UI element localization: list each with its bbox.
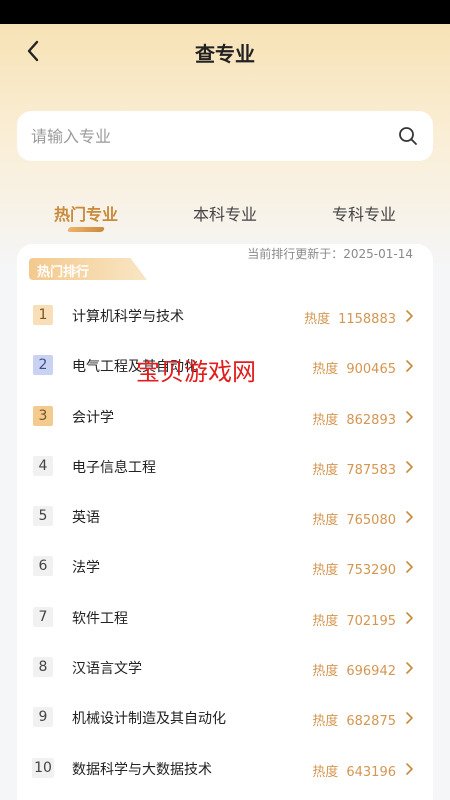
- rank-number: 10: [32, 757, 54, 778]
- chevron-right-icon: [406, 561, 413, 574]
- rank-number: 2: [33, 355, 53, 376]
- chevron-right-icon: [406, 611, 413, 624]
- heat-number: 682875: [346, 714, 396, 730]
- ranking-tag: 热门排行: [29, 258, 147, 280]
- major-name: 电气工程及其自动化: [72, 359, 198, 376]
- major-name: 电子信息工程: [72, 459, 156, 476]
- heat-label: 热度: [312, 462, 339, 478]
- heat-label: 热度: [312, 764, 339, 780]
- heat-number: 787583: [346, 462, 396, 478]
- list-item[interactable]: 8 汉语言文学 热度 696942: [17, 644, 433, 694]
- heat-value: 热度 702195: [312, 610, 396, 629]
- rank-number: 9: [33, 707, 53, 728]
- list-item[interactable]: 4 电子信息工程 热度 787583: [17, 443, 433, 493]
- list-item[interactable]: 7 软件工程 热度 702195: [17, 594, 433, 644]
- heat-value: 热度 862893: [312, 409, 396, 428]
- chevron-right-icon: [406, 410, 413, 423]
- ranking-list: 1 计算机科学与技术 热度 1158883 2 电气工程及其自动化 热度 900465 3 会计学…: [17, 292, 433, 795]
- tab-active-indicator: [67, 227, 105, 232]
- heat-number: 643196: [346, 764, 396, 780]
- search-bar[interactable]: [17, 111, 433, 161]
- list-item[interactable]: 3 会计学 热度 862893: [17, 393, 433, 443]
- heat-label: 热度: [312, 412, 339, 428]
- major-name: 机械设计制造及其自动化: [72, 711, 226, 728]
- heat-label: 热度: [312, 513, 339, 529]
- heat-label: 热度: [312, 563, 339, 579]
- tab-junior-college-majors[interactable]: 专科专业: [289, 196, 439, 225]
- major-name: 数据科学与大数据技术: [72, 761, 212, 778]
- chevron-right-icon: [406, 762, 413, 775]
- heat-number: 900465: [346, 362, 396, 378]
- rank-number: 7: [33, 606, 53, 627]
- tab-label: 热门专业: [53, 205, 118, 224]
- major-name: 英语: [72, 510, 100, 527]
- list-item[interactable]: 6 法学 热度 753290: [17, 543, 433, 593]
- list-item[interactable]: 10 数据科学与大数据技术 热度 643196: [17, 745, 433, 795]
- heat-number: 1158883: [338, 312, 396, 327]
- tab-undergraduate-majors[interactable]: 本科专业: [150, 196, 300, 225]
- chevron-right-icon: [406, 511, 413, 523]
- major-name: 计算机科学与技术: [72, 309, 184, 325]
- status-bar: [0, 0, 450, 24]
- tab-bar: 热门专业 本科专业 专科专业: [0, 196, 450, 236]
- tab-hot-majors[interactable]: 热门专业: [11, 196, 161, 232]
- heat-label: 热度: [312, 714, 339, 730]
- heat-value: 热度 753290: [312, 559, 396, 578]
- heat-value: 热度 696942: [312, 660, 396, 679]
- heat-value: 热度 682875: [312, 710, 396, 729]
- major-name: 会计学: [72, 409, 114, 426]
- heat-number: 862893: [346, 412, 396, 428]
- heat-value: 热度 643196: [312, 761, 396, 780]
- heat-number: 753290: [346, 563, 396, 579]
- chevron-right-icon: [406, 360, 413, 373]
- search-input[interactable]: [31, 126, 397, 146]
- major-name: 软件工程: [72, 610, 128, 627]
- heat-label: 热度: [312, 362, 339, 378]
- heat-label: 热度: [304, 312, 331, 327]
- rank-number: 3: [33, 405, 53, 426]
- heat-number: 702195: [346, 613, 396, 629]
- list-item[interactable]: 5 英语 热度 765080: [17, 493, 433, 543]
- chevron-right-icon: [406, 662, 413, 674]
- heat-number: 765080: [346, 513, 396, 529]
- heat-label: 热度: [312, 664, 339, 680]
- rank-number: 4: [33, 455, 53, 476]
- chevron-right-icon: [406, 712, 413, 725]
- rank-number: 5: [33, 506, 53, 527]
- list-item[interactable]: 2 电气工程及其自动化 热度 900465: [17, 342, 433, 392]
- list-item[interactable]: 1 计算机科学与技术 热度 1158883: [17, 292, 433, 342]
- heat-number: 696942: [346, 664, 396, 680]
- heat-label: 热度: [312, 613, 339, 629]
- rank-number: 8: [33, 657, 53, 678]
- heat-value: 热度 900465: [312, 358, 396, 377]
- nav-bar: 查专业: [0, 24, 450, 80]
- list-item[interactable]: 9 机械设计制造及其自动化 热度 682875: [17, 694, 433, 744]
- update-timestamp: 当前排行更新于：2025-01-14: [247, 247, 413, 261]
- search-icon[interactable]: [397, 125, 419, 147]
- heat-value: 热度 765080: [312, 509, 396, 528]
- chevron-right-icon: [406, 461, 413, 473]
- heat-value: 热度 787583: [312, 459, 396, 478]
- heat-value: 热度 1158883: [304, 308, 396, 327]
- page-title: 查专业: [195, 42, 255, 66]
- rank-number: 6: [33, 556, 53, 577]
- tab-label: 本科专业: [192, 205, 257, 224]
- rank-number: 1: [33, 305, 53, 325]
- major-name: 法学: [72, 560, 100, 577]
- major-name: 汉语言文学: [72, 661, 142, 678]
- tab-label: 专科专业: [331, 205, 396, 224]
- chevron-right-icon: [406, 310, 413, 322]
